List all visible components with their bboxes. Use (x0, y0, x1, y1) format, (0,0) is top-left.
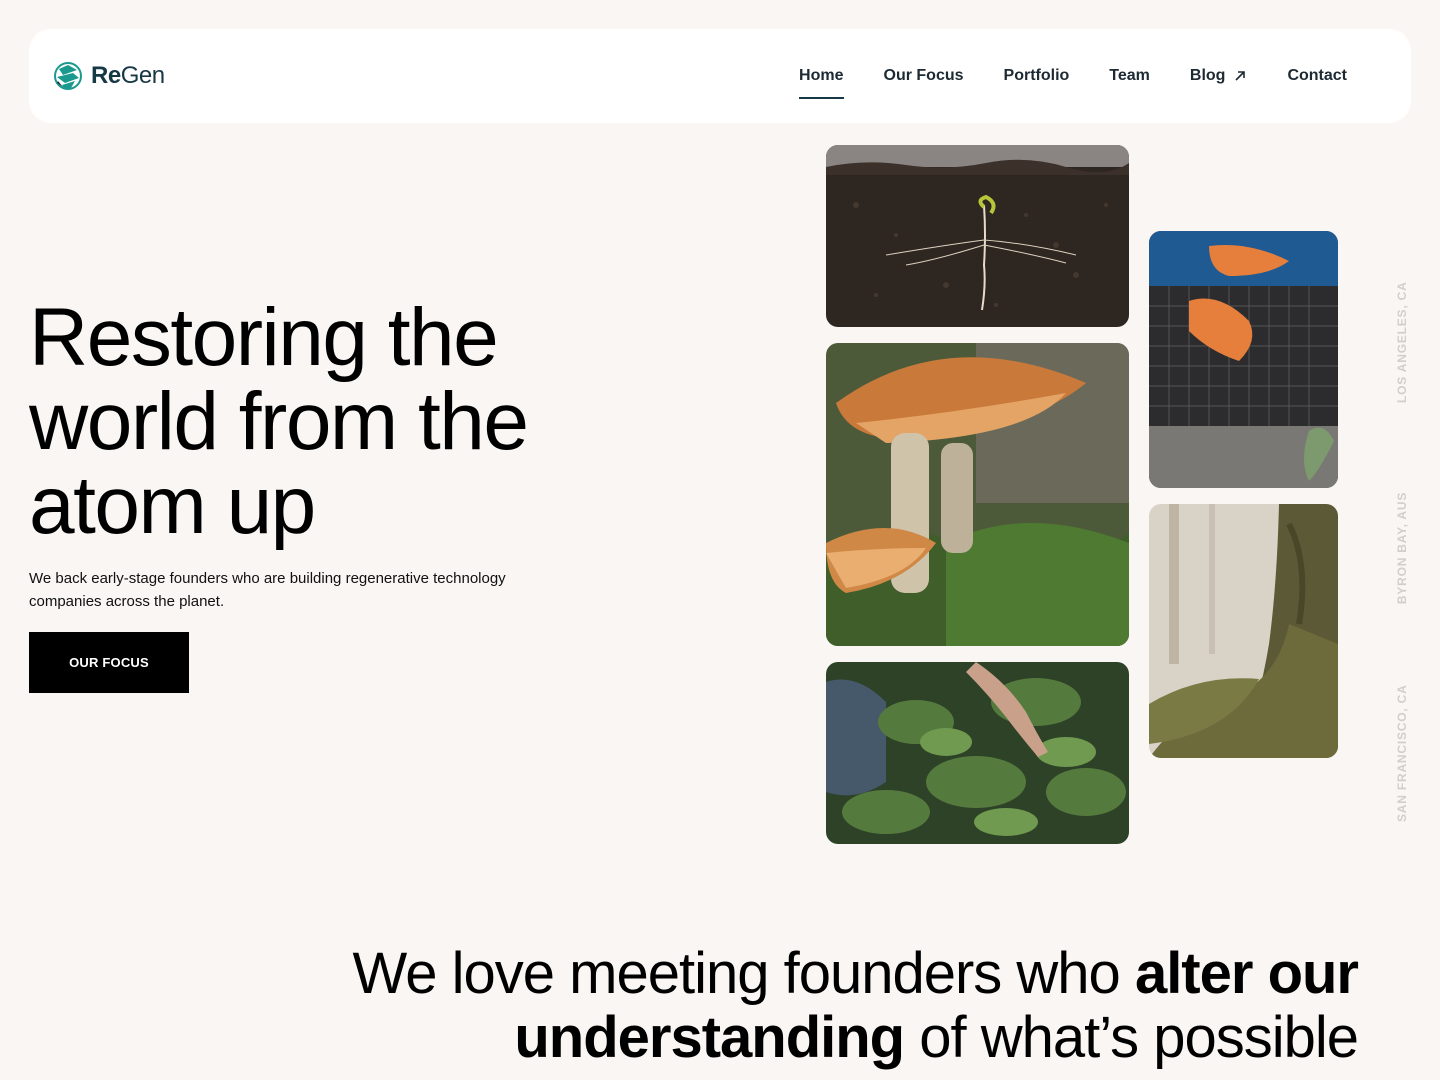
location-san-francisco: SAN FRANCISCO, CA (1395, 684, 1409, 822)
mushrooms-on-moss-image (826, 343, 1129, 646)
logo-text: ReGen (91, 62, 165, 89)
hand-picking-spinach-image (826, 662, 1129, 844)
location-los-angeles: LOS ANGELES, CA (1395, 281, 1409, 403)
main-nav: Home Our Focus Portfolio Team Blog Conta… (799, 29, 1347, 123)
nav-team[interactable]: Team (1109, 61, 1150, 91)
tagline: We love meeting founders who alter our u… (352, 941, 1359, 1070)
logo[interactable]: ReGen (53, 59, 165, 93)
nav-contact[interactable]: Contact (1287, 61, 1347, 91)
nav-home[interactable]: Home (799, 61, 844, 99)
nav-portfolio[interactable]: Portfolio (1004, 61, 1070, 91)
hero-title: Restoring the world from the atom up (29, 292, 529, 551)
location-byron-bay: BYRON BAY, AUS (1395, 491, 1409, 605)
site-header: ReGen Home Our Focus Portfolio Team Blog… (29, 29, 1411, 123)
regen-logo-icon (54, 62, 82, 90)
seedling-in-soil-image (826, 145, 1129, 327)
mossy-tree-roots-image (1149, 504, 1338, 758)
gloved-hands-seed-tray-image (1149, 231, 1338, 488)
nav-our-focus[interactable]: Our Focus (884, 61, 964, 91)
hero-subtitle: We back early-stage founders who are bui… (29, 570, 506, 610)
external-arrow-icon (1235, 71, 1246, 81)
nav-blog[interactable]: Blog (1190, 61, 1248, 91)
our-focus-button[interactable]: OUR FOCUS (29, 632, 189, 693)
